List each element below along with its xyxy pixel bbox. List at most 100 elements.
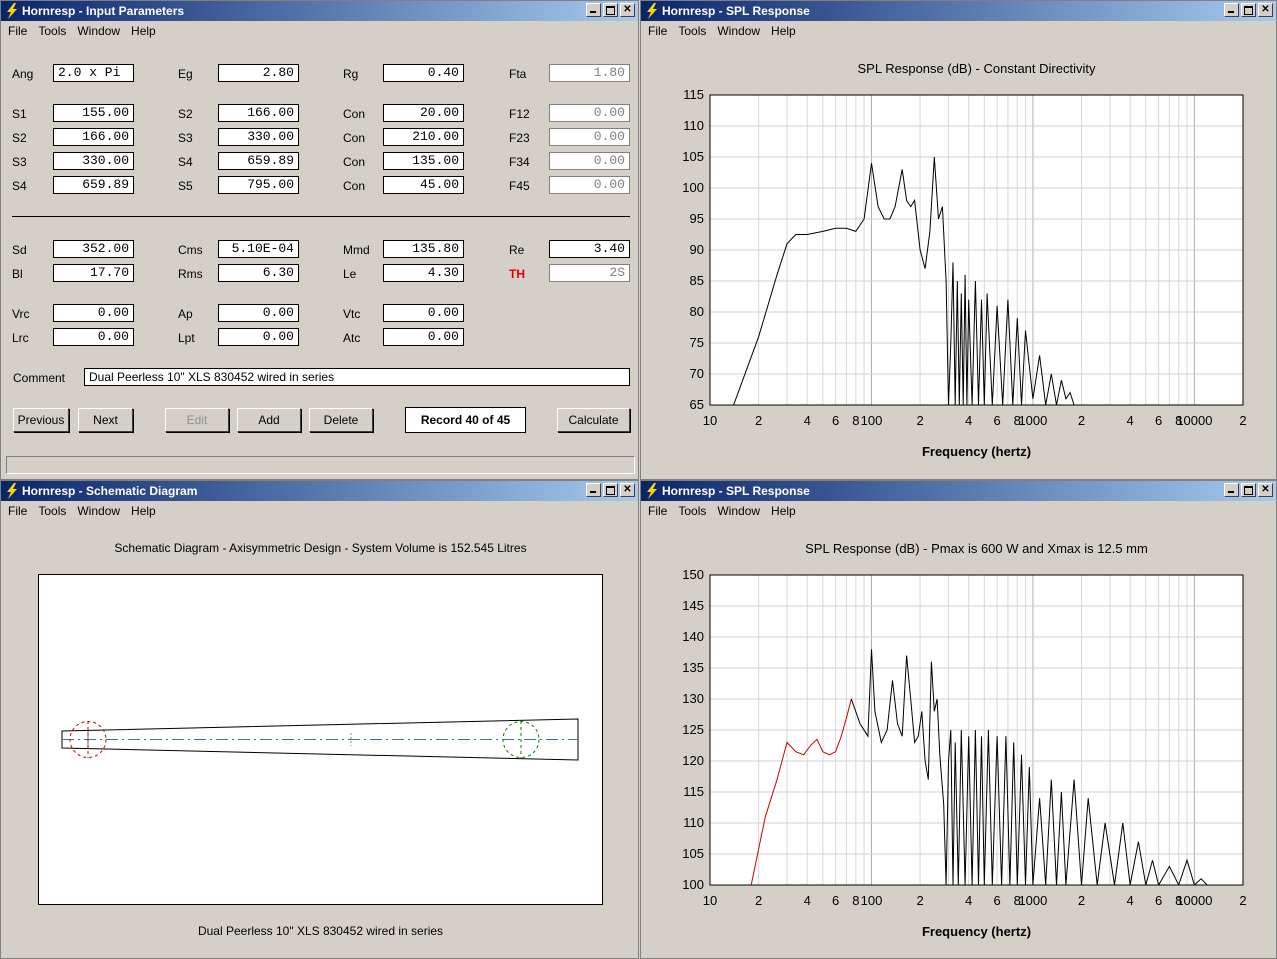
maximize-button[interactable] — [1241, 3, 1256, 17]
menu-tools[interactable]: Tools — [674, 502, 710, 518]
vrc-field[interactable]: 0.00 — [53, 304, 134, 322]
x-tick-label: 2 — [1239, 893, 1246, 908]
f34-field: 0.00 — [549, 152, 630, 170]
con-field[interactable]: 45.00 — [383, 176, 464, 194]
x-axis-label: Frequency (hertz) — [922, 444, 1031, 459]
menu-file[interactable]: File — [644, 502, 671, 518]
s2-field[interactable]: 166.00 — [53, 128, 134, 146]
x-tick-label: 4 — [965, 893, 972, 908]
menu-help[interactable]: Help — [127, 502, 160, 518]
add-button[interactable]: Add — [237, 408, 301, 432]
title-bar[interactable]: Hornresp - SPL Response ✕ — [641, 481, 1276, 501]
close-button[interactable]: ✕ — [620, 3, 635, 17]
rg-field[interactable]: 0.40 — [383, 64, 464, 82]
s1-label: S1 — [12, 107, 27, 121]
fta-field: 1.80 — [549, 64, 630, 82]
menu-help[interactable]: Help — [767, 502, 800, 518]
menu-file[interactable]: File — [4, 502, 31, 518]
x-tick-label: 10000 — [1176, 893, 1212, 908]
cms-field[interactable]: 5.10E-04 — [218, 240, 299, 258]
menu-help[interactable]: Help — [767, 22, 800, 38]
delete-button[interactable]: Delete — [309, 408, 373, 432]
menu-tools[interactable]: Tools — [34, 22, 70, 38]
y-tick-label: 100 — [682, 180, 704, 195]
menu-help[interactable]: Help — [127, 22, 160, 38]
atc-field[interactable]: 0.00 — [383, 328, 464, 346]
con-label: Con — [343, 131, 366, 145]
ang-field[interactable]: 2.0 x Pi — [53, 64, 134, 82]
close-button[interactable]: ✕ — [620, 483, 635, 497]
x-tick-label: 6 — [832, 893, 839, 908]
x-tick-label: 2 — [755, 893, 762, 908]
previous-button[interactable]: Previous — [13, 408, 69, 432]
s5-label: S5 — [178, 179, 193, 193]
atc-label: Atc — [343, 331, 361, 345]
con-field[interactable]: 20.00 — [383, 104, 464, 122]
title-bar[interactable]: Hornresp - SPL Response ✕ — [641, 1, 1276, 21]
spl-response-window-bottom: Hornresp - SPL Response ✕ File Tools Windo… — [640, 480, 1277, 959]
x-tick-label: 2 — [916, 413, 923, 428]
x-tick-label: 6 — [1155, 413, 1162, 428]
s3-field[interactable]: 330.00 — [53, 152, 134, 170]
minimize-button[interactable] — [1224, 3, 1239, 17]
vtc-label: Vtc — [343, 307, 361, 321]
re-field[interactable]: 3.40 — [549, 240, 630, 258]
bl-field[interactable]: 17.70 — [53, 264, 134, 282]
chart-title: SPL Response (dB) - Constant Directivity — [858, 61, 1096, 76]
x-tick-label: 2 — [916, 893, 923, 908]
con-label: Con — [343, 155, 366, 169]
y-tick-label: 105 — [682, 846, 704, 861]
s3-field[interactable]: 330.00 — [218, 128, 299, 146]
mmd-field[interactable]: 135.80 — [383, 240, 464, 258]
s5-field[interactable]: 795.00 — [218, 176, 299, 194]
rms-field[interactable]: 6.30 — [218, 264, 299, 282]
menu-bar: File Tools Window Help — [641, 502, 1276, 520]
menu-window[interactable]: Window — [73, 22, 124, 38]
close-button[interactable]: ✕ — [1258, 483, 1273, 497]
title-bar[interactable]: Hornresp - Input Parameters ✕ — [1, 1, 638, 21]
close-button[interactable]: ✕ — [1258, 3, 1273, 17]
window-title: Hornresp - Input Parameters — [22, 4, 185, 18]
le-field[interactable]: 4.30 — [383, 264, 464, 282]
menu-window[interactable]: Window — [73, 502, 124, 518]
lpt-field[interactable]: 0.00 — [218, 328, 299, 346]
s1-field[interactable]: 155.00 — [53, 104, 134, 122]
minimize-button[interactable] — [586, 483, 601, 497]
th-label[interactable]: TH — [509, 267, 525, 281]
menu-window[interactable]: Window — [713, 22, 764, 38]
menu-file[interactable]: File — [644, 22, 671, 38]
lrc-field[interactable]: 0.00 — [53, 328, 134, 346]
window-title: Hornresp - SPL Response — [662, 4, 810, 18]
con-label: Con — [343, 179, 366, 193]
comment-field[interactable]: Dual Peerless 10" XLS 830452 wired in se… — [84, 368, 630, 386]
s4-field[interactable]: 659.89 — [218, 152, 299, 170]
maximize-button[interactable] — [603, 3, 618, 17]
title-bar[interactable]: Hornresp - Schematic Diagram ✕ — [1, 481, 638, 501]
calculate-button[interactable]: Calculate — [557, 408, 630, 432]
vtc-field[interactable]: 0.00 — [383, 304, 464, 322]
menu-tools[interactable]: Tools — [34, 502, 70, 518]
next-button[interactable]: Next — [78, 408, 133, 432]
maximize-button[interactable] — [603, 483, 618, 497]
eg-field[interactable]: 2.80 — [218, 64, 299, 82]
y-tick-label: 130 — [682, 691, 704, 706]
minimize-button[interactable] — [1224, 483, 1239, 497]
con-field[interactable]: 135.00 — [383, 152, 464, 170]
con-label: Con — [343, 107, 366, 121]
cms-label: Cms — [178, 243, 203, 257]
menu-tools[interactable]: Tools — [674, 22, 710, 38]
s2-field[interactable]: 166.00 — [218, 104, 299, 122]
maximize-button[interactable] — [1241, 483, 1256, 497]
rg-label: Rg — [343, 67, 359, 81]
con-field[interactable]: 210.00 — [383, 128, 464, 146]
hornresp-lightning-icon — [7, 483, 17, 499]
window-title: Hornresp - Schematic Diagram — [22, 484, 198, 498]
s4-field[interactable]: 659.89 — [53, 176, 134, 194]
edit-button[interactable]: Edit — [165, 408, 229, 432]
menu-window[interactable]: Window — [713, 502, 764, 518]
chart-title: SPL Response (dB) - Pmax is 600 W and Xm… — [805, 541, 1148, 556]
minimize-button[interactable] — [586, 3, 601, 17]
sd-field[interactable]: 352.00 — [53, 240, 134, 258]
ap-field[interactable]: 0.00 — [218, 304, 299, 322]
menu-file[interactable]: File — [4, 22, 31, 38]
